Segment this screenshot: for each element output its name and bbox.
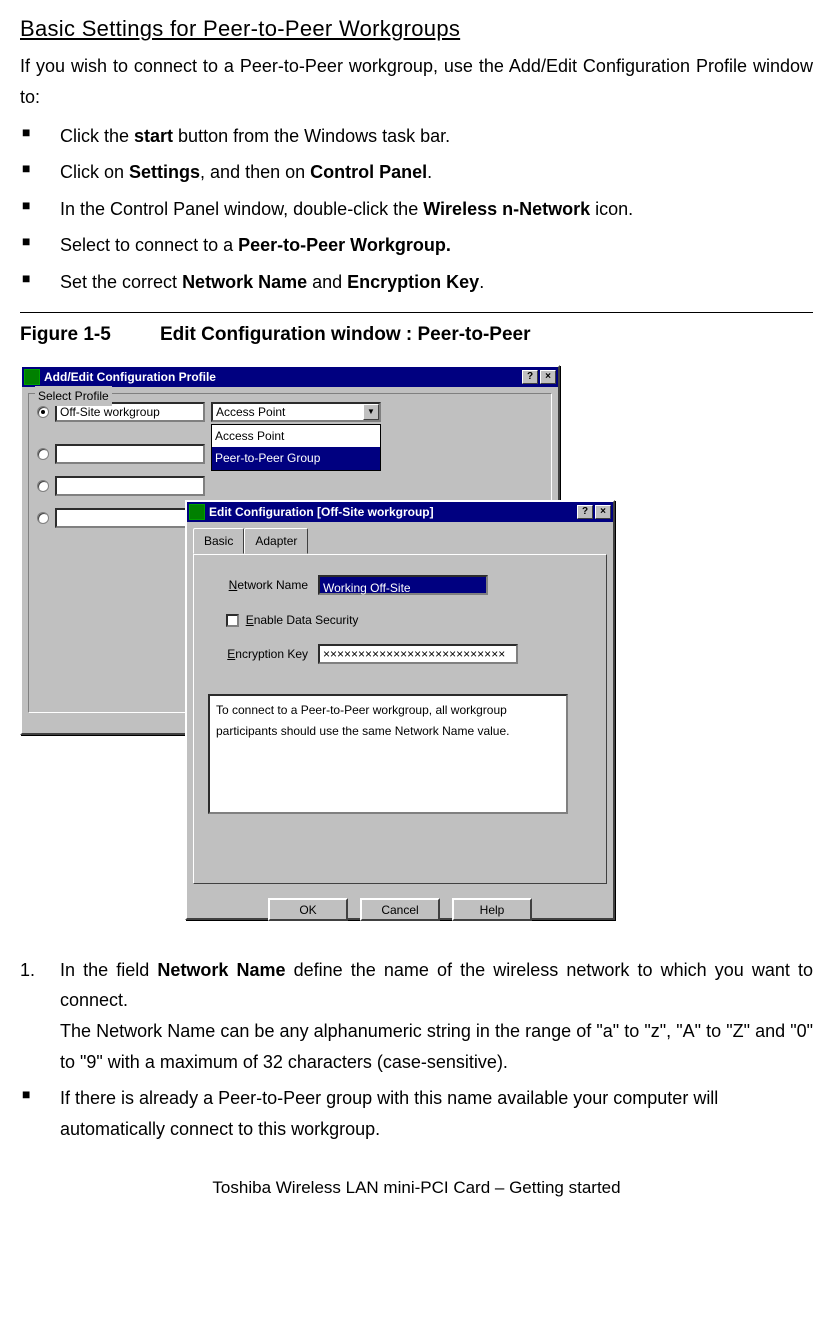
list-item: Set the correct Network Name and Encrypt…	[20, 267, 813, 298]
tab-adapter[interactable]: Adapter	[244, 528, 308, 554]
figure-caption: Figure 1-5Edit Configuration window : Pe…	[20, 319, 813, 351]
list-item: 1. In the field Network Name define the …	[20, 955, 813, 1077]
radio-button[interactable]	[37, 448, 49, 460]
tab-basic[interactable]: Basic	[193, 528, 244, 554]
enable-security-label: Enable Data Security	[242, 613, 358, 627]
radio-button[interactable]	[37, 480, 49, 492]
close-button[interactable]: ×	[595, 505, 611, 519]
dropdown-option[interactable]: Peer-to-Peer Group	[212, 447, 380, 469]
enable-security-checkbox[interactable]	[226, 614, 239, 627]
radio-button[interactable]	[37, 512, 49, 524]
footer-text: Toshiba Wireless LAN mini-PCI Card – Get…	[20, 1174, 813, 1203]
profile-name-input[interactable]	[55, 508, 205, 528]
tab-panel: Network Name Working Off-Site Enable Dat…	[193, 554, 607, 884]
close-button[interactable]: ×	[540, 370, 556, 384]
window-title: Edit Configuration [Off-Site workgroup]	[209, 502, 575, 522]
list-item: If there is already a Peer-to-Peer group…	[20, 1083, 813, 1144]
app-icon	[189, 504, 205, 520]
screenshot-area: Add/Edit Configuration Profile ? × Selec…	[20, 365, 620, 925]
divider	[20, 312, 813, 313]
help-button[interactable]: Help	[452, 898, 532, 921]
profile-name-input[interactable]	[55, 476, 205, 496]
encryption-key-input[interactable]	[318, 644, 518, 664]
profile-name-input[interactable]	[55, 444, 205, 464]
help-button[interactable]: ?	[522, 370, 538, 384]
network-name-label: Network Name	[208, 575, 308, 595]
list-item: Select to connect to a Peer-to-Peer Work…	[20, 230, 813, 261]
intro-text: If you wish to connect to a Peer-to-Peer…	[20, 51, 813, 112]
titlebar[interactable]: Edit Configuration [Off-Site workgroup] …	[187, 502, 613, 522]
numbered-list: 1. In the field Network Name define the …	[20, 955, 813, 1077]
network-name-input[interactable]: Working Off-Site	[318, 575, 488, 595]
radio-button[interactable]	[37, 406, 49, 418]
bullet-list: If there is already a Peer-to-Peer group…	[20, 1083, 813, 1144]
chevron-down-icon[interactable]: ▼	[363, 404, 379, 420]
list-item: Click the start button from the Windows …	[20, 121, 813, 152]
encryption-key-label: Encryption Key	[208, 644, 308, 664]
window-title: Add/Edit Configuration Profile	[44, 367, 520, 387]
titlebar[interactable]: Add/Edit Configuration Profile ? ×	[22, 367, 558, 387]
list-item: In the Control Panel window, double-clic…	[20, 194, 813, 225]
info-message: To connect to a Peer-to-Peer workgroup, …	[208, 694, 568, 814]
dropdown-list: Access Point Peer-to-Peer Group	[211, 424, 381, 471]
cancel-button[interactable]: Cancel	[360, 898, 440, 921]
app-icon	[24, 369, 40, 385]
tab-strip: Basic Adapter	[193, 528, 607, 554]
section-heading: Basic Settings for Peer-to-Peer Workgrou…	[20, 10, 813, 47]
button-row: OK Cancel Help	[187, 890, 613, 929]
bullet-list: Click the start button from the Windows …	[20, 121, 813, 298]
list-item: Click on Settings, and then on Control P…	[20, 157, 813, 188]
network-type-dropdown[interactable]: Access Point ▼ Access Point Peer-to-Peer…	[211, 402, 381, 422]
dropdown-option[interactable]: Access Point	[212, 425, 380, 447]
help-button[interactable]: ?	[577, 505, 593, 519]
edit-configuration-dialog: Edit Configuration [Off-Site workgroup] …	[185, 500, 615, 920]
ok-button[interactable]: OK	[268, 898, 348, 921]
group-legend: Select Profile	[35, 386, 112, 406]
